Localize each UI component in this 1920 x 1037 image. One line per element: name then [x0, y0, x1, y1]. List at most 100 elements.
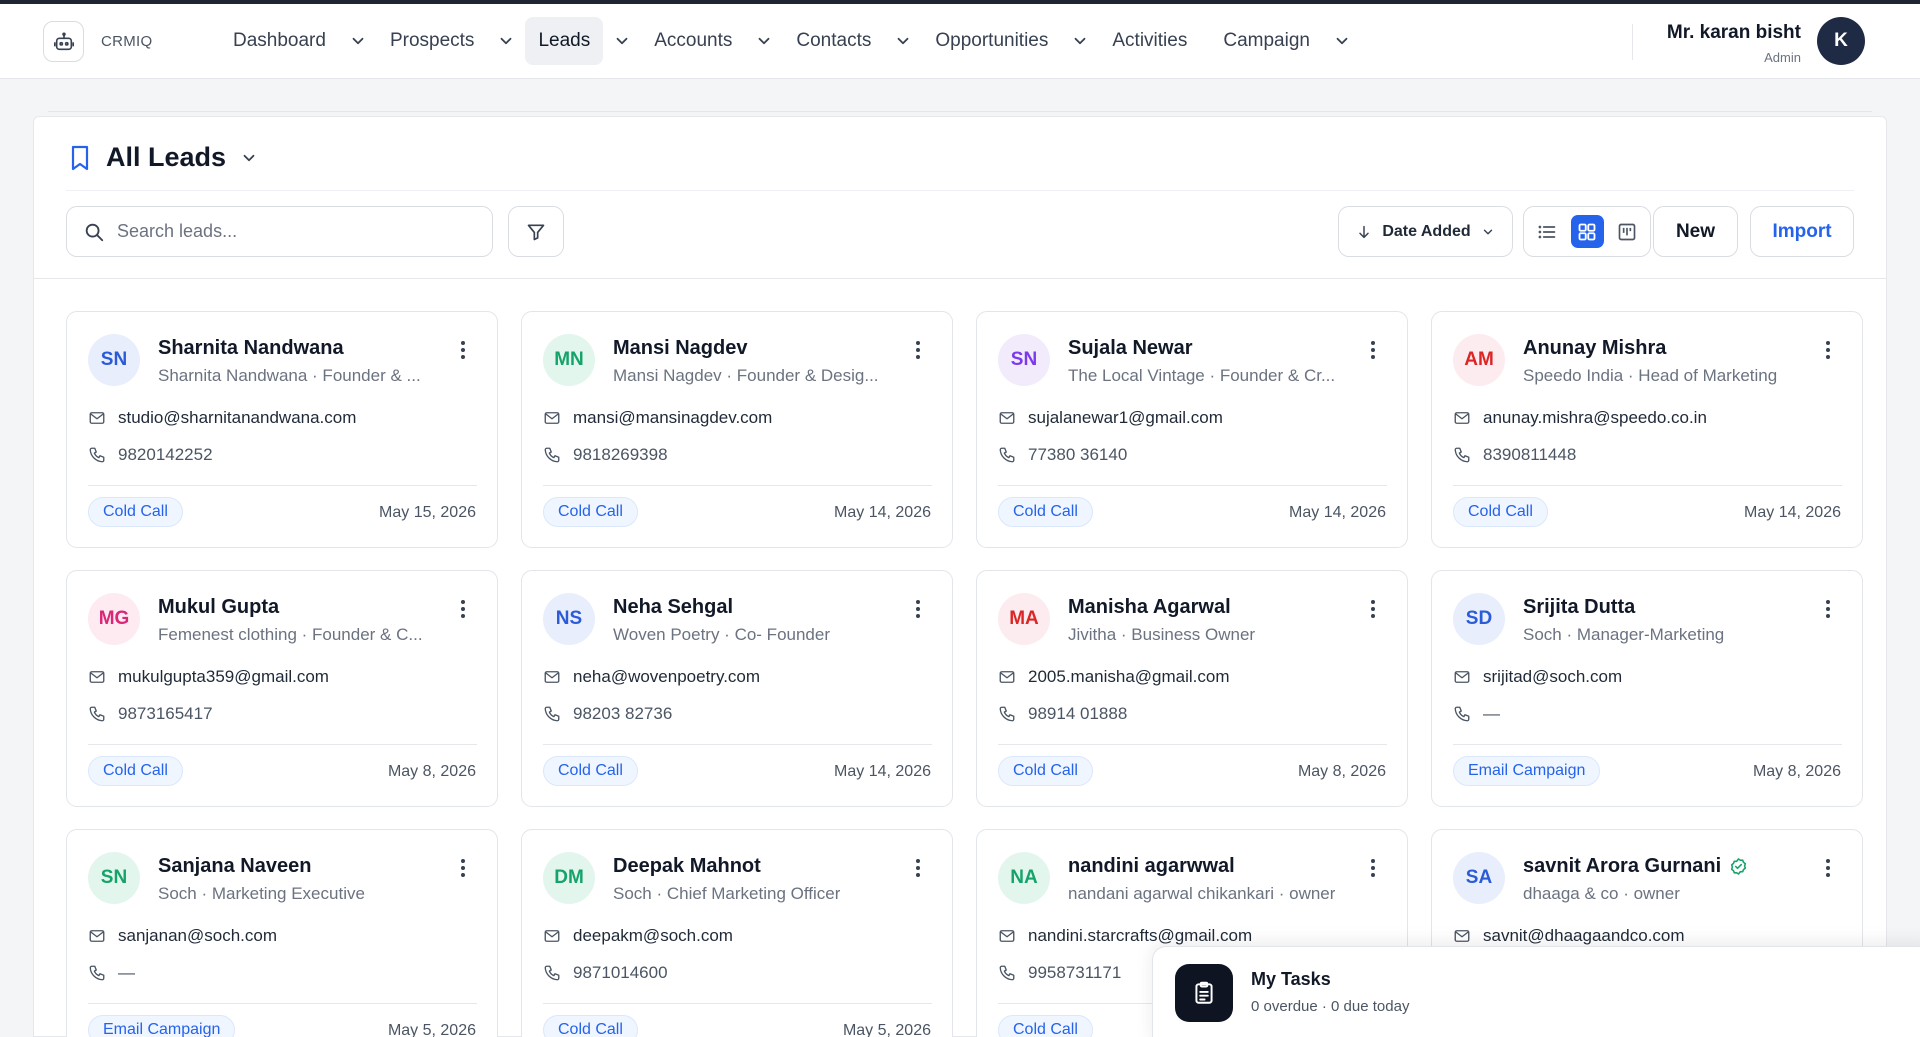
lead-name-row: Sujala Newar	[1068, 337, 1193, 360]
more-options-icon[interactable]	[912, 856, 924, 880]
nav-item-opportunities[interactable]: Opportunities	[922, 17, 1061, 65]
nav-item-activities[interactable]: Activities	[1099, 17, 1200, 65]
card-divider	[1453, 485, 1842, 486]
more-options-icon[interactable]	[457, 856, 469, 880]
lead-card[interactable]: MG Mukul Gupta Femenest clothing · Founder…	[66, 570, 498, 807]
nav-campaign-menu-toggle[interactable]	[1323, 17, 1361, 65]
lead-name[interactable]: Deepak Mahnot	[613, 855, 761, 878]
lead-card[interactable]: NS Neha Sehgal Woven Poetry · Co- Founder n…	[521, 570, 953, 807]
lead-source-badge: Cold Call	[998, 756, 1093, 786]
sort-label: Date Added	[1382, 222, 1471, 240]
lead-card[interactable]: SN Sharnita Nandwana Sharnita Nandwana · F…	[66, 311, 498, 548]
lead-email-row: deepakm@soch.com	[543, 926, 733, 946]
board-view-button[interactable]	[1610, 215, 1643, 248]
lead-source-badge: Cold Call	[998, 1015, 1093, 1037]
chevron-down-icon	[1336, 37, 1348, 45]
more-options-icon[interactable]	[912, 338, 924, 362]
lead-email[interactable]: nandini.starcrafts@gmail.com	[1028, 926, 1252, 946]
lead-email[interactable]: anunay.mishra@speedo.co.in	[1483, 408, 1707, 428]
filter-button[interactable]	[508, 206, 564, 257]
nav-leads-menu-toggle[interactable]	[603, 17, 641, 65]
lead-name[interactable]: Anunay Mishra	[1523, 337, 1666, 360]
mail-icon	[89, 930, 105, 942]
user-avatar[interactable]: K	[1817, 17, 1865, 65]
lead-company-title: Mansi Nagdev · Founder & Desig...	[613, 366, 879, 385]
lead-name-row: Mukul Gupta	[158, 596, 279, 619]
lead-email[interactable]: studio@sharnitanandwana.com	[118, 408, 356, 428]
lead-name[interactable]: Sanjana Naveen	[158, 855, 311, 878]
lead-name[interactable]: Sujala Newar	[1068, 337, 1193, 360]
lead-phone: —	[118, 963, 135, 982]
nav-accounts-menu-toggle[interactable]	[745, 17, 783, 65]
lead-name[interactable]: Srijita Dutta	[1523, 596, 1635, 619]
import-button[interactable]: Import	[1750, 206, 1854, 257]
lead-card[interactable]: DM Deepak Mahnot Soch · Chief Marketing Of…	[521, 829, 953, 1037]
nav-contacts-menu-toggle[interactable]	[884, 17, 922, 65]
lead-phone-row: 9871014600	[543, 963, 668, 983]
more-options-icon[interactable]	[457, 597, 469, 621]
nav-item-campaign[interactable]: Campaign	[1210, 17, 1323, 65]
lead-card[interactable]: AM Anunay Mishra Speedo India · Head of Ma…	[1431, 311, 1863, 548]
lead-name[interactable]: Mansi Nagdev	[613, 337, 747, 360]
app-logo[interactable]	[43, 21, 84, 62]
nav-item-accounts[interactable]: Accounts	[641, 17, 745, 65]
nav-item-dashboard[interactable]: Dashboard	[220, 17, 339, 65]
main-nav: Dashboard Prospects Leads Accounts Contacts O…	[220, 17, 1361, 65]
lead-card[interactable]: SD Srijita Dutta Soch · Manager-Marketing s…	[1431, 570, 1863, 807]
view-selector[interactable]: All Leads	[68, 142, 258, 173]
my-tasks-widget[interactable]: My Tasks 0 overdue · 0 due today	[1152, 946, 1920, 1037]
grid-view-button[interactable]	[1570, 215, 1604, 248]
nav-item-prospects[interactable]: Prospects	[377, 17, 487, 65]
lead-source-badge: Cold Call	[543, 1015, 638, 1037]
lead-phone: 98914 01888	[1028, 704, 1128, 723]
lead-company-title: Femenest clothing · Founder & C...	[158, 625, 423, 644]
lead-card[interactable]: SN Sanjana Naveen Soch · Marketing Executi…	[66, 829, 498, 1037]
lead-email[interactable]: sujalanewar1@gmail.com	[1028, 408, 1223, 428]
lead-name[interactable]: Mukul Gupta	[158, 596, 279, 619]
phone-icon	[999, 706, 1015, 722]
lead-email-row: mukulgupta359@gmail.com	[88, 667, 329, 687]
lead-email[interactable]: neha@wovenpoetry.com	[573, 667, 760, 687]
lead-name[interactable]: Sharnita Nandwana	[158, 337, 344, 360]
more-options-icon[interactable]	[1822, 338, 1834, 362]
more-options-icon[interactable]	[1822, 856, 1834, 880]
nav-prospects-menu-toggle[interactable]	[487, 17, 525, 65]
more-options-icon[interactable]	[1367, 597, 1379, 621]
lead-phone: 9958731171	[1028, 963, 1122, 982]
more-options-icon[interactable]	[457, 338, 469, 362]
nav-item-leads[interactable]: Leads	[525, 17, 604, 65]
lead-email[interactable]: 2005.manisha@gmail.com	[1028, 667, 1230, 687]
phone-icon	[999, 447, 1015, 463]
lead-name[interactable]: savnit Arora Gurnani	[1523, 855, 1721, 878]
search-input[interactable]	[117, 221, 477, 242]
lead-card[interactable]: MA Manisha Agarwal Jivitha · Business Owne…	[976, 570, 1408, 807]
lead-name[interactable]: nandini agarwwal	[1068, 855, 1235, 878]
bookmark-icon	[71, 145, 89, 170]
lead-card[interactable]: MN Mansi Nagdev Mansi Nagdev · Founder & D…	[521, 311, 953, 548]
nav-divider	[1632, 24, 1633, 60]
lead-name[interactable]: Manisha Agarwal	[1068, 596, 1231, 619]
lead-name[interactable]: Neha Sehgal	[613, 596, 733, 619]
lead-email[interactable]: deepakm@soch.com	[573, 926, 733, 946]
more-options-icon[interactable]	[1367, 856, 1379, 880]
lead-email-row: 2005.manisha@gmail.com	[998, 667, 1230, 687]
more-options-icon[interactable]	[1822, 597, 1834, 621]
lead-email[interactable]: savnit@dhaagaandco.com	[1483, 926, 1685, 946]
lead-company-title: Soch · Chief Marketing Officer	[613, 884, 841, 903]
lead-company-title: Speedo India · Head of Marketing	[1523, 366, 1778, 385]
list-view-button[interactable]	[1531, 215, 1564, 248]
nav-opportunities-menu-toggle[interactable]	[1061, 17, 1099, 65]
nav-item-contacts[interactable]: Contacts	[783, 17, 884, 65]
robot-icon	[53, 31, 74, 50]
lead-email[interactable]: srijitad@soch.com	[1483, 667, 1622, 687]
more-options-icon[interactable]	[1367, 338, 1379, 362]
nav-dashboard-menu-toggle[interactable]	[339, 17, 377, 65]
lead-phone: 9820142252	[118, 445, 213, 464]
lead-email[interactable]: mukulgupta359@gmail.com	[118, 667, 329, 687]
lead-card[interactable]: SN Sujala Newar The Local Vintage · Founde…	[976, 311, 1408, 548]
new-lead-button[interactable]: New	[1653, 206, 1738, 257]
lead-email[interactable]: sanjanan@soch.com	[118, 926, 277, 946]
more-options-icon[interactable]	[912, 597, 924, 621]
lead-email[interactable]: mansi@mansinagdev.com	[573, 408, 772, 428]
sort-button[interactable]: Date Added	[1338, 206, 1513, 257]
